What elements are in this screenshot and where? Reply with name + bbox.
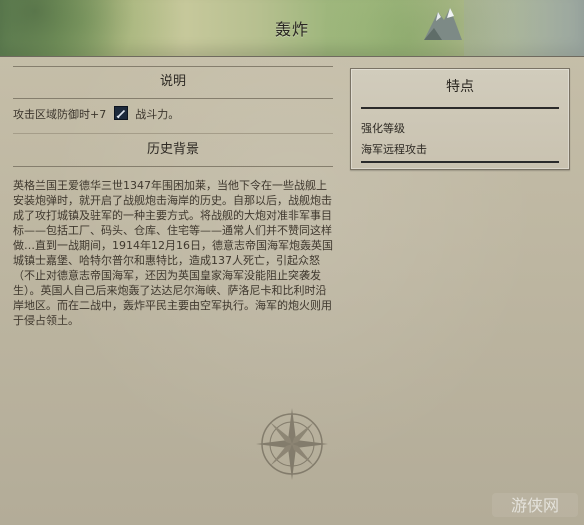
watermark-logo: 游侠网: [492, 493, 578, 517]
civilopedia-page: 轰炸 说明 攻击区域防御时+7 战斗力。 历史背景 英格兰国王爱德华三世1347…: [0, 0, 584, 525]
features-title: 特点: [446, 79, 474, 95]
features-panel: 特点 强化等级 海军远程攻击: [350, 68, 570, 170]
description-heading: 说明: [159, 74, 186, 89]
feature-item: 海军远程攻击: [361, 143, 427, 156]
divider: [13, 133, 333, 134]
page-title: 轰炸: [274, 20, 309, 39]
feature-item: 强化等级: [361, 122, 405, 135]
divider: [13, 98, 333, 99]
history-heading: 历史背景: [146, 142, 199, 157]
description-text-after: 战斗力。: [135, 108, 180, 121]
description-text-before: 攻击区域防御时+7: [13, 108, 107, 121]
sword-icon: [113, 106, 128, 120]
features-divider: [361, 107, 559, 109]
divider: [13, 166, 333, 167]
features-divider: [361, 161, 559, 163]
compass-rose-icon: [256, 408, 328, 480]
history-text: 英格兰国王爱德华三世1347年围困加莱，当他下令在一些战舰上安装炮弹时，就开启了…: [13, 179, 333, 327]
description-text: 攻击区域防御时+7 战斗力。: [13, 105, 333, 125]
divider: [13, 66, 333, 67]
watermark-text: 游侠网: [511, 496, 559, 515]
header-map-banner: 轰炸: [0, 0, 584, 57]
